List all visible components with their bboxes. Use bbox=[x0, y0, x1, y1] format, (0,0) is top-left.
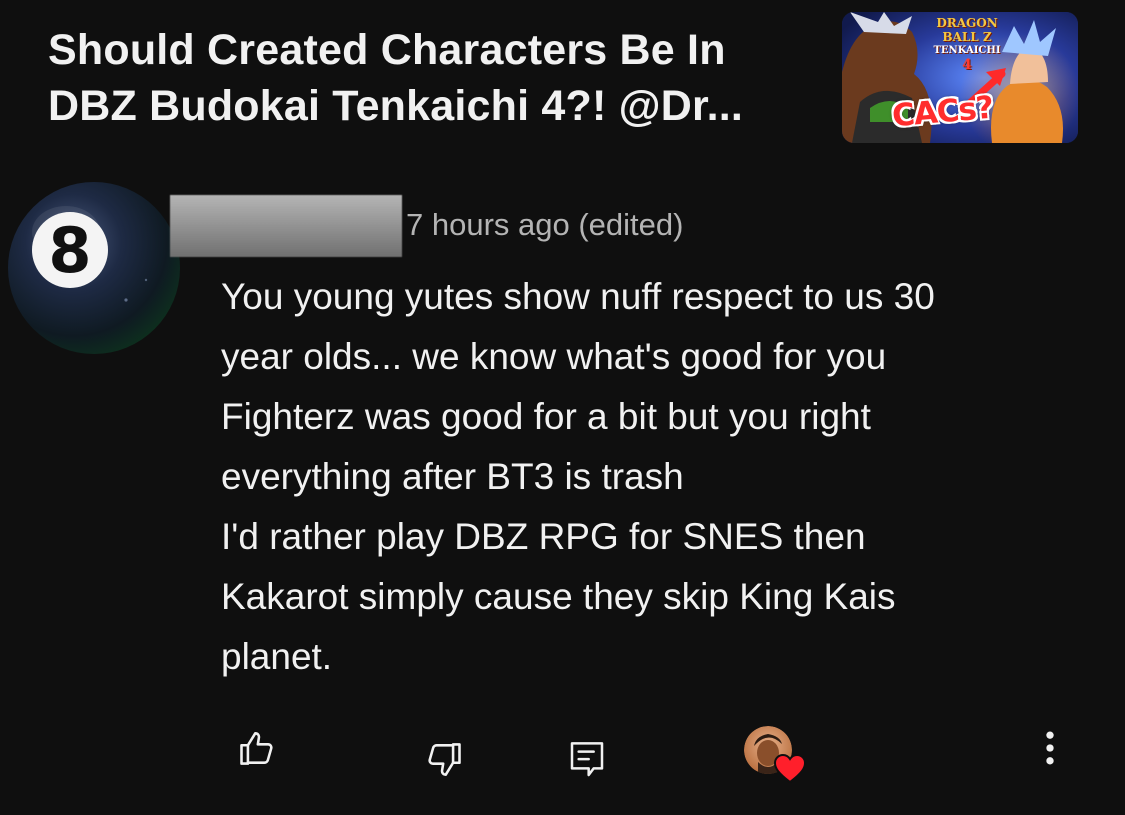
comment-line: Kakarot simply cause they skip King Kais bbox=[221, 576, 896, 617]
video-title-line-1: Should Created Characters Be In bbox=[48, 26, 726, 74]
svg-text:8: 8 bbox=[48, 214, 91, 287]
dislike-button[interactable] bbox=[420, 738, 466, 782]
video-title-line-2: DBZ Budokai Tenkaichi 4?! @Dr... bbox=[48, 82, 744, 130]
thumbs-down-icon bbox=[428, 743, 461, 776]
comment-line: planet. bbox=[221, 636, 333, 677]
reply-icon bbox=[570, 742, 604, 777]
creator-heart bbox=[742, 726, 806, 784]
comment-line: year olds... we know what's good for you bbox=[221, 336, 887, 377]
video-title[interactable]: Should Created Characters Be In DBZ Budo… bbox=[48, 22, 838, 134]
comment-author-redacted bbox=[170, 195, 402, 257]
comment-line: I'd rather play DBZ RPG for SNES then bbox=[221, 516, 866, 557]
comment-line: You young yutes show nuff respect to us … bbox=[221, 276, 935, 317]
comment-avatar[interactable]: 8 bbox=[6, 180, 182, 356]
like-button[interactable] bbox=[236, 726, 280, 770]
heart-icon bbox=[774, 754, 806, 784]
video-thumbnail[interactable]: DRAGON BALL Z TENKAICHI 4 CACs? bbox=[842, 12, 1078, 143]
more-vertical-icon bbox=[1046, 731, 1054, 765]
more-options-button[interactable] bbox=[1034, 726, 1066, 770]
thumbnail-logo: DRAGON BALL Z TENKAICHI 4 bbox=[933, 16, 1001, 73]
comment-body: You young yutes show nuff respect to us … bbox=[221, 267, 1101, 687]
eight-ball-icon: 8 bbox=[8, 182, 180, 354]
comment-line: Fighterz was good for a bit but you righ… bbox=[221, 396, 871, 437]
comment-line: everything after BT3 is trash bbox=[221, 456, 684, 497]
reply-button[interactable] bbox=[567, 738, 607, 782]
comment-timestamp[interactable]: 7 hours ago (edited) bbox=[406, 206, 683, 244]
thumbs-up-icon bbox=[240, 732, 273, 765]
